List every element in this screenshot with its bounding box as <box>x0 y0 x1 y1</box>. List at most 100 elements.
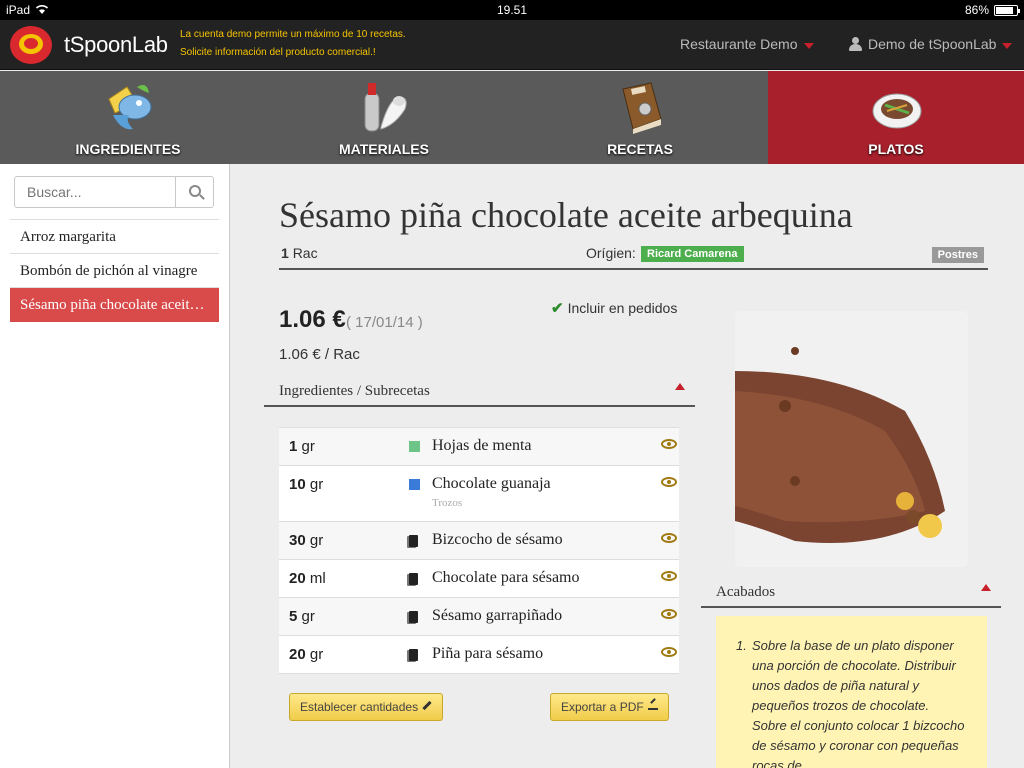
price: 1.06 € <box>279 306 346 333</box>
export-icon <box>647 700 658 710</box>
user-icon <box>848 37 862 51</box>
eye-icon[interactable] <box>661 477 677 487</box>
chevron-down-icon <box>803 42 814 49</box>
subrecipe-book-icon <box>409 649 418 661</box>
tab-label: INGREDIENTES <box>75 141 181 157</box>
user-menu[interactable]: Demo de tSpoonLab <box>848 36 1013 52</box>
list-item-selected[interactable]: Sésamo piña chocolate aceite arbequina <box>10 288 219 322</box>
list-item[interactable]: Bombón de pichón al vinagre <box>10 254 219 288</box>
category-badge: Postres <box>931 247 984 263</box>
page-title: Sésamo piña chocolate aceite arbequina <box>279 195 853 235</box>
table-row: 1 gr Hojas de menta <box>279 428 679 466</box>
include-label: Incluir en pedidos <box>567 300 678 316</box>
dish-image <box>735 311 968 567</box>
subrecipe-book-icon <box>409 611 418 623</box>
ingredient-unit: gr <box>309 476 324 493</box>
ingredient-name: Chocolate guanaja <box>432 475 551 492</box>
ingredient-qty: 5 <box>289 608 298 625</box>
portion-qty: 1 <box>281 245 289 261</box>
battery-icon <box>994 4 1020 16</box>
chevron-down-icon <box>1002 42 1013 49</box>
table-row: 10 gr Chocolate guanaja Trozos <box>279 466 679 522</box>
ingredient-name: Piña para sésamo <box>432 645 544 662</box>
tab-label: RECETAS <box>607 141 673 157</box>
tab-recetas[interactable]: RECETAS <box>512 71 768 164</box>
search-icon[interactable] <box>175 177 213 207</box>
price-date: ( 17/01/14 ) <box>346 314 423 331</box>
portion: 1 Rac <box>281 245 318 261</box>
ingredient-qty: 10 <box>289 476 306 493</box>
table-row: 20 gr Piña para sésamo <box>279 636 679 674</box>
app-logo[interactable]: tSpoonLab <box>10 26 168 64</box>
app-name: tSpoonLab <box>64 32 168 57</box>
dish-icon <box>872 93 922 129</box>
section-title: Acabados <box>716 584 776 600</box>
eye-icon[interactable] <box>661 533 677 543</box>
subrecipe-book-icon <box>409 573 418 585</box>
restaurant-name: Restaurante Demo <box>680 36 798 52</box>
restaurant-selector[interactable]: Restaurante Demo <box>680 36 814 52</box>
ingredient-qty: 20 <box>289 570 306 587</box>
dish-detail: Sésamo piña chocolate aceite arbequina 1… <box>231 164 1024 768</box>
ingredient-name: Bizcocho de sésamo <box>432 531 563 548</box>
ingredient-unit: gr <box>309 532 324 549</box>
ingredient-type-icon <box>409 441 420 452</box>
main-nav: INGREDIENTES MATERIALES RECETAS PLATOS <box>0 71 1024 164</box>
tspoonlab-logo-icon <box>10 26 52 64</box>
app-header: tSpoonLab La cuenta demo permite un máxi… <box>0 20 1024 70</box>
pencil-icon <box>422 700 432 711</box>
origin-badge: Ricard Camarena <box>641 246 744 262</box>
demo-notice-line1: La cuenta demo permite un máximo de 10 r… <box>180 29 406 40</box>
subrecipe-book-icon <box>409 535 418 547</box>
search-box <box>14 176 214 208</box>
dish-photo[interactable] <box>735 311 968 567</box>
status-time: 19.51 <box>496 3 528 17</box>
finishing-section-header[interactable]: Acabados <box>701 578 1001 608</box>
recipe-book-icon <box>622 82 662 134</box>
status-bar: iPad 19.51 86% <box>0 0 1024 20</box>
button-label: Exportar a PDF <box>561 700 644 714</box>
ingredient-unit: gr <box>309 646 324 663</box>
eye-icon[interactable] <box>661 439 677 449</box>
tab-materiales[interactable]: MATERIALES <box>256 71 512 164</box>
battery-percent: 86% <box>964 3 989 17</box>
tab-ingredientes[interactable]: INGREDIENTES <box>0 71 256 164</box>
ingredient-unit: ml <box>309 570 326 587</box>
sidebar: Arroz margarita Bombón de pichón al vina… <box>0 164 230 768</box>
ingredient-name: Sésamo garrapiñado <box>432 607 563 624</box>
eye-icon[interactable] <box>661 647 677 657</box>
button-label: Establecer cantidades <box>300 700 419 714</box>
ingredient-qty: 30 <box>289 532 306 549</box>
ingredients-section-header[interactable]: Ingredientes / Subrecetas <box>264 377 695 407</box>
ingredient-note: Trozos <box>432 497 463 509</box>
search-input[interactable] <box>15 177 175 207</box>
table-row: 5 gr Sésamo garrapiñado <box>279 598 679 636</box>
ingredient-qty: 20 <box>289 646 306 663</box>
export-pdf-button[interactable]: Exportar a PDF <box>550 693 669 721</box>
table-row: 30 gr Bizcocho de sésamo <box>279 522 679 560</box>
checkmark-icon: ✔ <box>551 300 564 317</box>
ingredient-type-icon <box>409 479 420 490</box>
tab-platos[interactable]: PLATOS <box>768 71 1024 164</box>
step-text: Sobre la base de un plato disponer una p… <box>752 638 965 768</box>
eye-icon[interactable] <box>661 571 677 581</box>
eye-icon[interactable] <box>661 609 677 619</box>
materials-icon <box>364 83 407 132</box>
origin-label: Orígien: <box>586 245 636 261</box>
ingredients-icon <box>108 85 152 130</box>
ingredient-qty: 1 <box>289 438 298 455</box>
ingredient-name: Hojas de menta <box>432 437 532 454</box>
ingredient-unit: gr <box>301 438 315 455</box>
chevron-up-icon[interactable] <box>981 584 991 591</box>
user-name: Demo de tSpoonLab <box>868 36 997 52</box>
demo-notice-line2: Solicite información del producto comerc… <box>180 47 376 58</box>
demo-notice[interactable]: La cuenta demo permite un máximo de 10 r… <box>180 26 406 62</box>
ingredient-name: Chocolate para sésamo <box>432 569 580 586</box>
price-per-unit: 1.06 € / Rac <box>279 346 360 363</box>
chevron-up-icon[interactable] <box>675 383 685 390</box>
ingredients-table: 1 gr Hojas de menta 10 gr Chocolate guan… <box>279 427 679 674</box>
finishing-steps: 1. Sobre la base de un plato disponer un… <box>716 616 987 768</box>
set-quantities-button[interactable]: Establecer cantidades <box>289 693 444 721</box>
list-item[interactable]: Arroz margarita <box>10 220 219 254</box>
include-in-orders-toggle[interactable]: ✔ Incluir en pedidos <box>551 299 677 317</box>
